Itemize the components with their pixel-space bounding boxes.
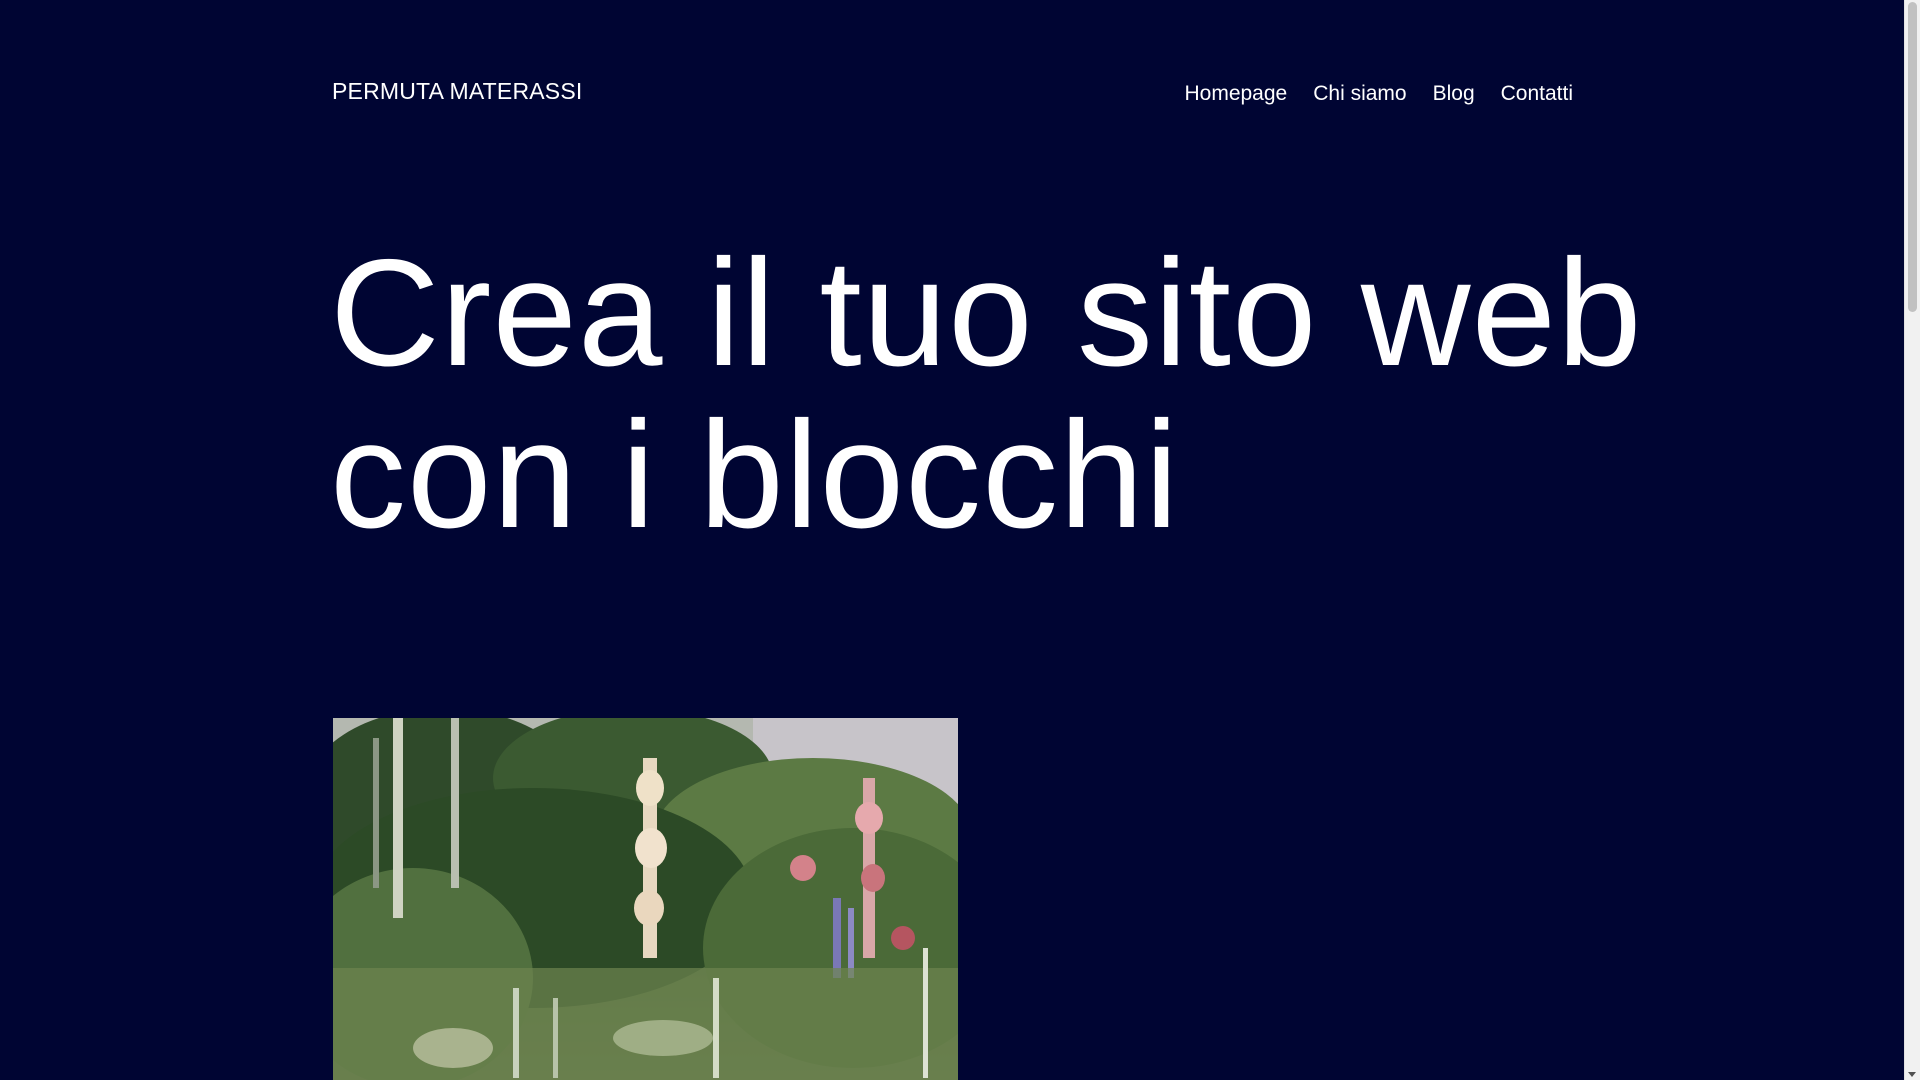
- page: PERMUTA MATERASSI Homepage Chi siamo Blo…: [0, 0, 1905, 1080]
- nav-item-homepage[interactable]: Homepage: [1184, 82, 1287, 106]
- nav-item-chi-siamo[interactable]: Chi siamo: [1313, 82, 1406, 106]
- hero-title: Crea il tuo sito web con i blocchi: [330, 232, 1650, 556]
- painting-illustration: [333, 718, 958, 1080]
- hero-title-line-1: Crea il tuo sito web: [330, 228, 1643, 398]
- hero-painting-image: [333, 718, 958, 1080]
- vertical-scrollbar[interactable]: [1904, 0, 1920, 1080]
- scroll-down-arrow-icon[interactable]: [1908, 1072, 1916, 1077]
- site-title-link[interactable]: PERMUTA MATERASSI: [332, 78, 582, 105]
- hero-title-line-2: con i blocchi: [330, 390, 1180, 560]
- nav-item-contatti[interactable]: Contatti: [1501, 82, 1573, 106]
- main-navigation: Homepage Chi siamo Blog Contatti: [1184, 82, 1573, 106]
- scrollbar-thumb[interactable]: [1908, 2, 1917, 312]
- nav-item-blog[interactable]: Blog: [1433, 82, 1475, 106]
